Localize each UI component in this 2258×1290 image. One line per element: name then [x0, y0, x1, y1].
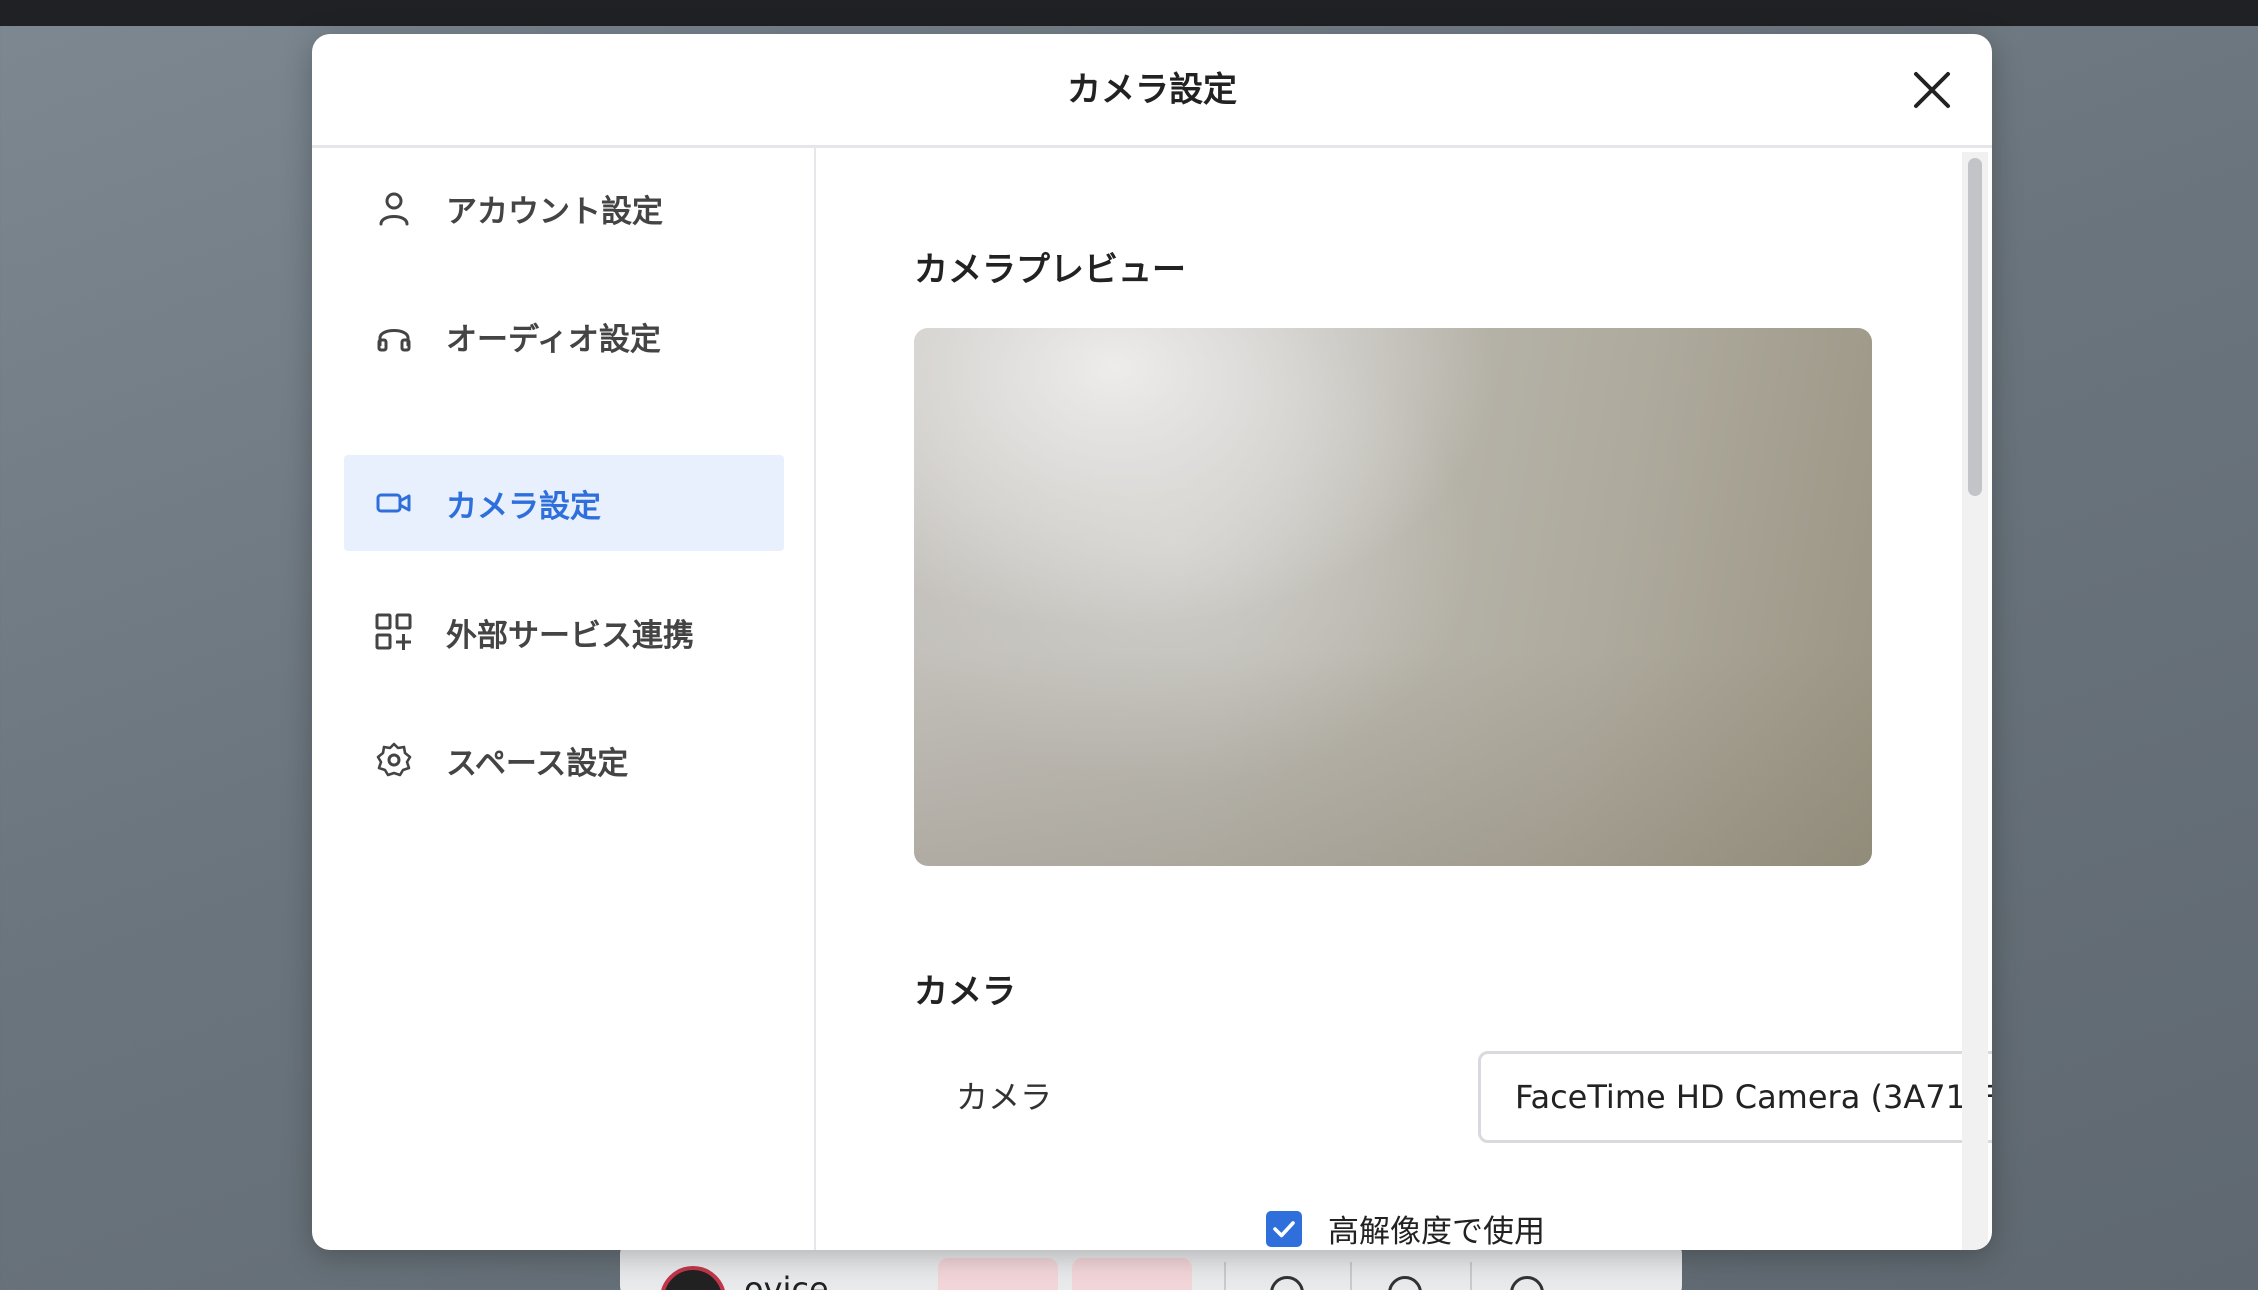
hd-checkbox[interactable] [1266, 1210, 1302, 1247]
modal-header: カメラ設定 [312, 34, 1992, 148]
camera-field-label: カメラ [956, 1078, 1053, 1116]
people-icon [1510, 1276, 1544, 1290]
browser-top-strip [0, 0, 2258, 26]
settings-content: カメラプレビュー カメラ カメラ FaceTime HD Camera (3A7… [818, 148, 1992, 1250]
sidebar-item-label: オーディオ設定 [446, 321, 661, 358]
sidebar-item-label: スペース設定 [446, 745, 629, 782]
sidebar-item-integrations[interactable]: 外部サービス連携 [344, 584, 784, 680]
settings-modal: カメラ設定 アカウント設定 オーディオ設定 カメラ設定 外部サービス連携 スペー… [312, 34, 1992, 1250]
modal-title: カメラ設定 [1067, 70, 1237, 110]
settings-icon [1270, 1276, 1304, 1290]
hd-checkbox-label: 高解像度で使用 [1328, 1214, 1545, 1250]
video-camera-icon [374, 483, 414, 523]
user-name: ovice [744, 1270, 829, 1290]
camera-preview [914, 328, 1872, 866]
close-button[interactable] [1910, 68, 1954, 112]
apps-add-icon [374, 612, 414, 652]
headphones-icon [374, 316, 414, 356]
sidebar-item-label: アカウント設定 [446, 193, 663, 230]
divider [1470, 1262, 1472, 1290]
scrollbar-thumb[interactable] [1968, 158, 1982, 496]
chat-icon [1388, 1276, 1422, 1290]
avatar [660, 1266, 726, 1290]
camera-select[interactable]: FaceTime HD Camera (3A71:F4B5) [1478, 1051, 1992, 1143]
camera-toggle-button [1072, 1258, 1192, 1290]
sidebar-item-audio[interactable]: オーディオ設定 [344, 288, 784, 384]
checkmark-icon [1273, 1220, 1295, 1237]
sidebar-item-label: 外部サービス連携 [446, 617, 694, 654]
sidebar-item-camera[interactable]: カメラ設定 [344, 455, 784, 551]
divider [1224, 1262, 1226, 1290]
camera-select-value: FaceTime HD Camera (3A71:F4B5) [1515, 1078, 1992, 1116]
hd-checkbox-row[interactable]: 高解像度で使用 [1266, 1206, 1545, 1250]
divider [1350, 1262, 1352, 1290]
sidebar-item-space[interactable]: スペース設定 [344, 712, 784, 808]
preview-section-title: カメラプレビュー [914, 250, 1186, 290]
close-icon [1914, 72, 1950, 108]
gear-icon [374, 740, 414, 780]
sidebar-item-label: カメラ設定 [446, 488, 601, 525]
sidebar-item-account[interactable]: アカウント設定 [344, 160, 784, 256]
user-icon [374, 188, 414, 228]
mic-toggle-button [938, 1258, 1058, 1290]
settings-sidebar: アカウント設定 オーディオ設定 カメラ設定 外部サービス連携 スペース設定 [312, 148, 816, 1250]
camera-section-title: カメラ [914, 972, 1016, 1012]
